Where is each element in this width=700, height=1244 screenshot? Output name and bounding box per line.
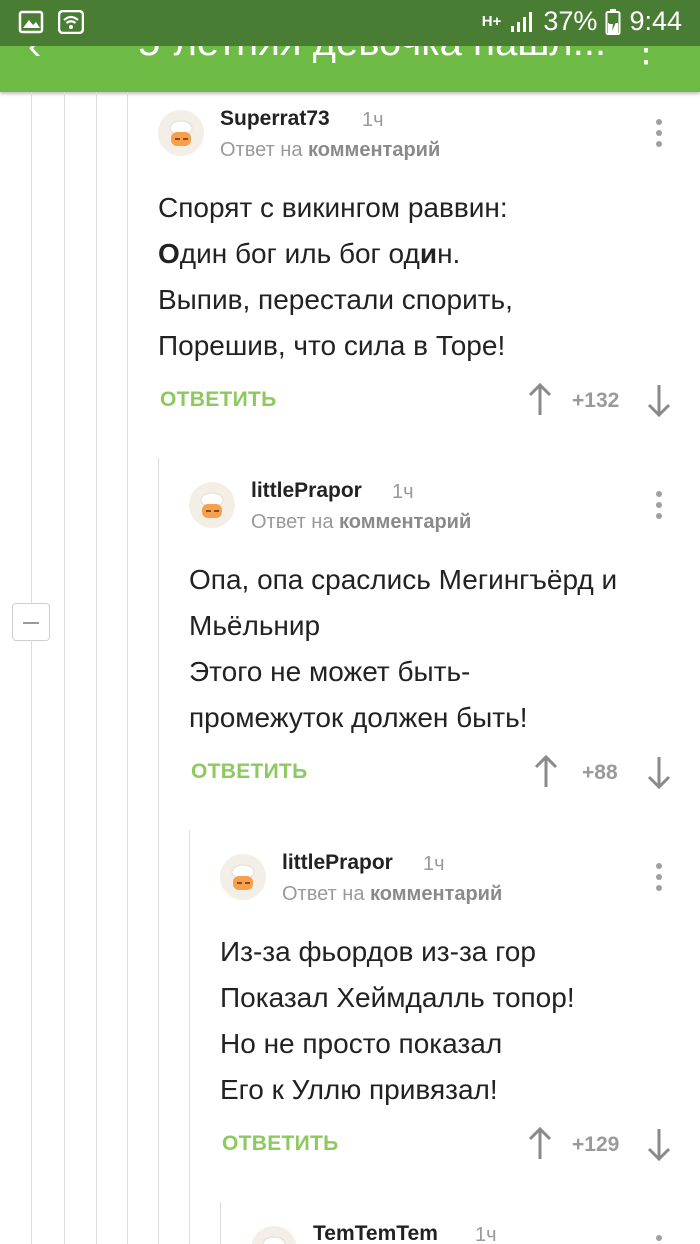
comment-time: 1ч bbox=[362, 109, 384, 131]
wifi-icon bbox=[58, 10, 84, 34]
thread-line bbox=[220, 1202, 221, 1244]
upvote-icon[interactable] bbox=[533, 755, 559, 789]
thread-line bbox=[31, 92, 32, 1244]
downvote-icon[interactable] bbox=[646, 383, 672, 417]
comment-author[interactable]: TemTemTem bbox=[313, 1222, 438, 1244]
comment-menu-icon[interactable] bbox=[655, 1235, 663, 1244]
avatar bbox=[158, 110, 204, 156]
thread-line bbox=[96, 92, 97, 1244]
comment-author[interactable]: littlePrapor bbox=[282, 851, 393, 875]
reply-to-link[interactable]: Ответ на комментарий bbox=[251, 511, 471, 534]
thread-line bbox=[189, 830, 190, 1244]
network-type: H+ bbox=[481, 13, 502, 30]
thread-line bbox=[127, 92, 128, 1244]
battery-charging-icon bbox=[605, 8, 621, 35]
chef-avatar-icon bbox=[262, 1236, 286, 1244]
comment-text: Из-за фьордов из-за гор Показал Хеймдалл… bbox=[220, 936, 575, 1105]
reply-button[interactable]: ОТВЕТИТЬ bbox=[191, 760, 308, 784]
clock: 9:44 bbox=[629, 6, 682, 36]
reply-to-link[interactable]: Ответ на комментарий bbox=[220, 139, 440, 162]
comment-time: 1ч bbox=[475, 1224, 497, 1244]
signal-icon bbox=[511, 11, 533, 32]
upvote-icon[interactable] bbox=[527, 1127, 553, 1161]
comment-rating: +132 bbox=[572, 389, 620, 412]
downvote-icon[interactable] bbox=[646, 1127, 672, 1161]
comment-author[interactable]: Superrat73 bbox=[220, 107, 330, 131]
more-vert-icon[interactable]: ⋮ bbox=[628, 46, 664, 70]
downvote-icon[interactable] bbox=[646, 755, 672, 789]
app-header: ‹ 5-летняя девочка нашл... ⋮ bbox=[0, 46, 700, 92]
post-title: 5-летняя девочка нашл... bbox=[138, 46, 606, 65]
back-button[interactable]: ‹ bbox=[28, 46, 41, 69]
reply-to-link[interactable]: Ответ на комментарий bbox=[282, 883, 502, 906]
app-screen: H+ 37% 9:44 ‹ 5-летняя девочка нашл... ⋮ bbox=[0, 0, 700, 1244]
comment-time: 1ч bbox=[392, 481, 414, 503]
avatar bbox=[251, 1226, 297, 1244]
comment-menu-icon[interactable] bbox=[655, 863, 663, 895]
battery-percent: 37% bbox=[543, 6, 598, 36]
collapse-thread-button[interactable] bbox=[12, 603, 50, 641]
chef-avatar-icon bbox=[169, 120, 193, 146]
comment-time: 1ч bbox=[423, 853, 445, 875]
comment-text: Опа, опа сраслись Мегингъёрд и Мьёльнир … bbox=[189, 564, 618, 733]
thread-line bbox=[158, 458, 159, 1244]
comment-rating: +88 bbox=[582, 761, 618, 784]
thread-line bbox=[64, 92, 65, 1244]
chef-avatar-icon bbox=[200, 492, 224, 518]
comment-rating: +129 bbox=[572, 1133, 620, 1156]
comment-menu-icon[interactable] bbox=[655, 491, 663, 523]
reply-button[interactable]: ОТВЕТИТЬ bbox=[160, 388, 277, 412]
gallery-icon bbox=[18, 10, 44, 34]
chef-avatar-icon bbox=[231, 864, 255, 890]
comment-author[interactable]: littlePrapor bbox=[251, 479, 362, 503]
upvote-icon[interactable] bbox=[527, 383, 553, 417]
avatar bbox=[189, 482, 235, 528]
comment-text: Спорят с викингом раввин: Один бог иль б… bbox=[158, 192, 513, 361]
comment-menu-icon[interactable] bbox=[655, 119, 663, 151]
status-bar: H+ 37% 9:44 bbox=[0, 0, 700, 46]
avatar bbox=[220, 854, 266, 900]
reply-button[interactable]: ОТВЕТИТЬ bbox=[222, 1132, 339, 1156]
